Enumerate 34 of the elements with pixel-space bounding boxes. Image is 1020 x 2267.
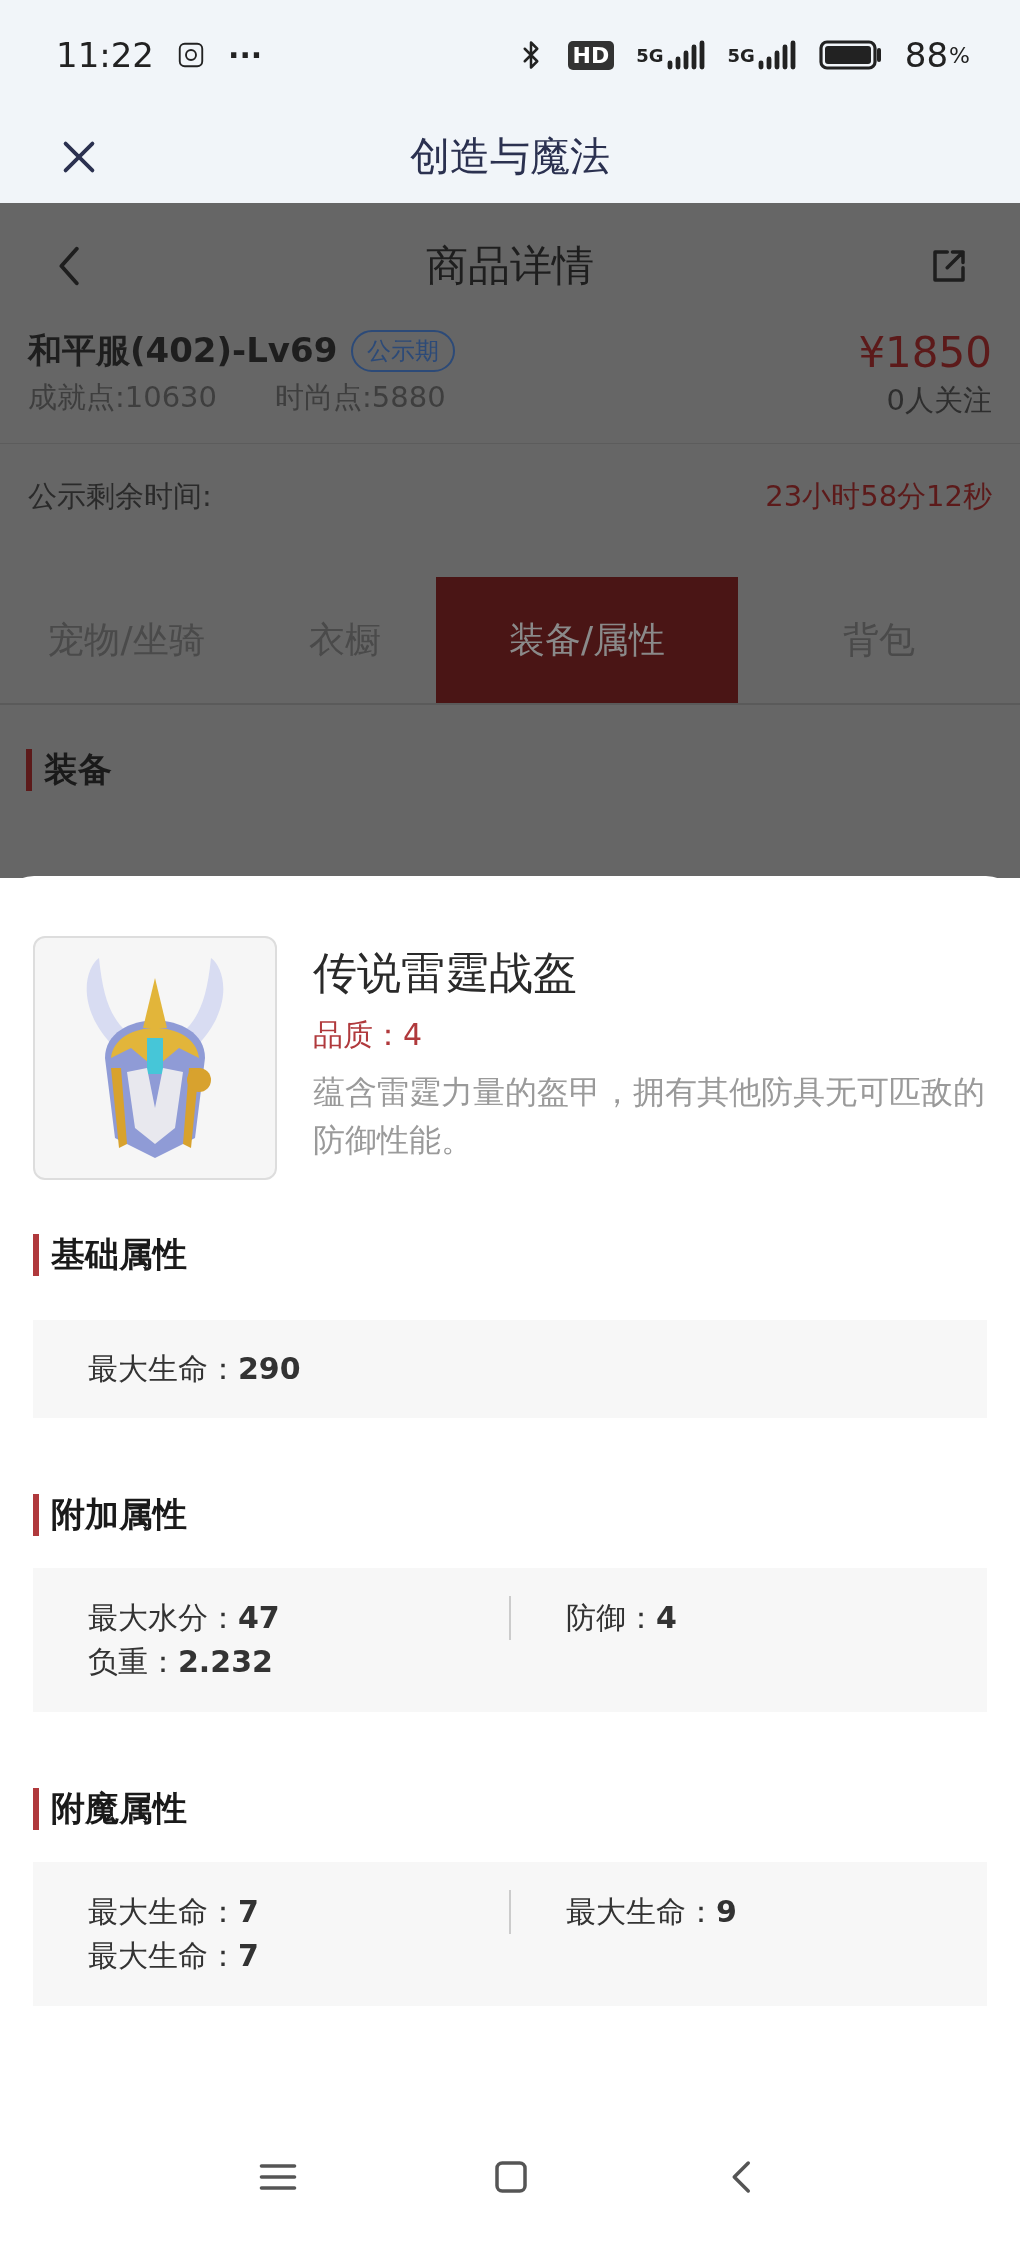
- attribute-text: 防御：4: [566, 1599, 678, 1637]
- app-title: 创造与魔法: [410, 133, 610, 179]
- more-text: ···: [228, 37, 263, 73]
- price-text: ¥1850: [858, 328, 992, 377]
- item-title: 传说雷霆战盔: [313, 946, 577, 1000]
- app-notification-icon: [176, 40, 206, 70]
- attribute-text: 最大水分：47: [88, 1599, 281, 1637]
- attribute-text: 最大生命：9: [566, 1893, 738, 1931]
- signal-icon: [665, 40, 706, 70]
- clock-text: 11:22: [56, 35, 154, 75]
- attribute-text: 最大生命：7: [88, 1893, 260, 1931]
- battery-unit-text: %: [949, 42, 970, 68]
- attribute-text: 负重：2.232: [88, 1643, 274, 1681]
- battery-text: 88: [904, 35, 949, 75]
- hd-badge: HD: [567, 40, 615, 70]
- countdown-text: 23小时58分12秒: [765, 477, 992, 515]
- followers-text: 0人关注: [886, 382, 992, 419]
- signal-icon: [756, 40, 797, 70]
- status-badge: 公示期: [351, 330, 456, 372]
- network-text: 5G: [636, 44, 664, 66]
- section-title: 基础属性: [51, 1233, 187, 1276]
- attribute-text: 最大生命：7: [88, 1937, 260, 1975]
- section-title: 附加属性: [51, 1493, 187, 1536]
- quality-text: 品质：4: [313, 1016, 423, 1054]
- attribute-text: 最大生命：290: [88, 1350, 302, 1388]
- section-title: 附魔属性: [51, 1787, 187, 1830]
- battery-icon: [818, 40, 883, 70]
- section-title: 装备: [44, 748, 112, 791]
- item-description: 蕴含雷霆力量的盔甲，拥有其他防具无可匹敌的防御性能。: [313, 1072, 986, 1161]
- page-title: 商品详情: [426, 240, 594, 290]
- product-name: 和平服(402)-Lv69: [28, 329, 338, 372]
- network-text: 5G: [727, 44, 755, 66]
- tab[interactable]: 装备/属性: [436, 577, 738, 703]
- countdown-label: 公示剩余时间:: [28, 477, 212, 515]
